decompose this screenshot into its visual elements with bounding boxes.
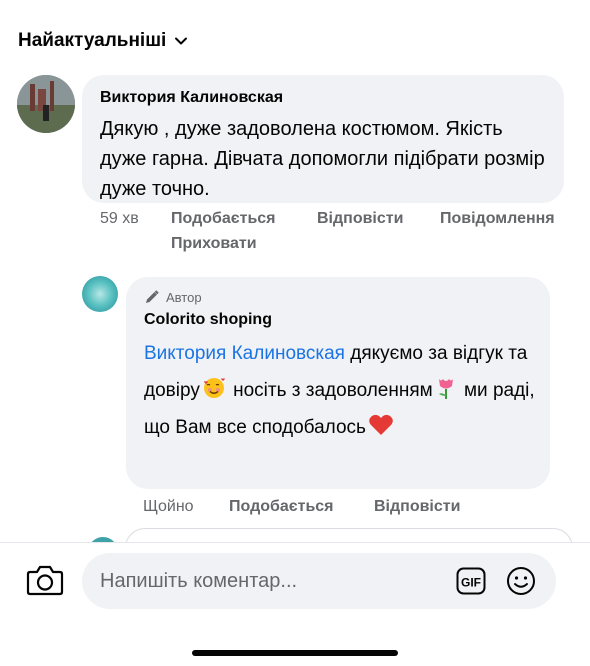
reply-bubble: Автор Colorito shoping Виктория Калиновс… xyxy=(126,277,550,489)
like-button[interactable]: Подобається xyxy=(229,498,334,516)
comment-author[interactable]: Виктория Калиновская xyxy=(100,89,283,107)
comment-bubble: Виктория Калиновская Дякую , дуже задово… xyxy=(82,75,564,203)
like-button[interactable]: Подобається xyxy=(171,210,276,228)
author-badge: Автор xyxy=(144,289,202,305)
reply-button[interactable]: Відповісти xyxy=(374,498,460,516)
reply-time: Щойно xyxy=(143,498,194,515)
comment-actions: 59 хв Подобається Відповісти Повідомленн… xyxy=(0,210,590,260)
gif-icon[interactable]: GIF xyxy=(456,567,486,595)
comment-input-placeholder: Напишіть коментар... xyxy=(100,570,298,592)
avatar-photo xyxy=(17,75,75,133)
reply-actions: Щойно Подобається Відповісти xyxy=(0,498,590,522)
sort-dropdown[interactable]: Найактуальніші xyxy=(18,30,188,52)
smiling-hearts-emoji xyxy=(203,378,225,398)
home-indicator xyxy=(192,650,398,656)
reply-text-part: носіть з задоволенням xyxy=(227,380,433,401)
red-heart-emoji xyxy=(369,414,393,435)
smile-icon[interactable] xyxy=(506,566,536,596)
comment-input[interactable]: Напишіть коментар... GIF xyxy=(82,553,556,609)
mention-link[interactable]: Виктория Калиновская xyxy=(144,343,345,364)
svg-text:GIF: GIF xyxy=(461,576,481,590)
sort-label: Найактуальніші xyxy=(18,30,167,51)
page-avatar[interactable] xyxy=(82,276,118,312)
reply-author[interactable]: Colorito shoping xyxy=(144,311,272,329)
camera-icon[interactable] xyxy=(26,563,64,597)
hide-button[interactable]: Приховати xyxy=(171,235,257,253)
avatar[interactable] xyxy=(17,75,75,133)
reply-text: Виктория Калиновская дякуємо за відгук т… xyxy=(144,335,539,446)
pencil-icon xyxy=(146,290,159,303)
comment-composer: Напишіть коментар... GIF xyxy=(0,542,590,666)
comment-text: Дякую , дуже задоволена костюмом. Якість… xyxy=(100,118,545,200)
author-badge-label: Автор xyxy=(166,289,202,305)
tulip-emoji xyxy=(438,379,453,399)
report-button[interactable]: Повідомлення xyxy=(440,210,555,228)
reply-button[interactable]: Відповісти xyxy=(317,210,403,228)
chevron-down-icon xyxy=(175,37,188,45)
comment-time: 59 хв xyxy=(100,210,139,227)
